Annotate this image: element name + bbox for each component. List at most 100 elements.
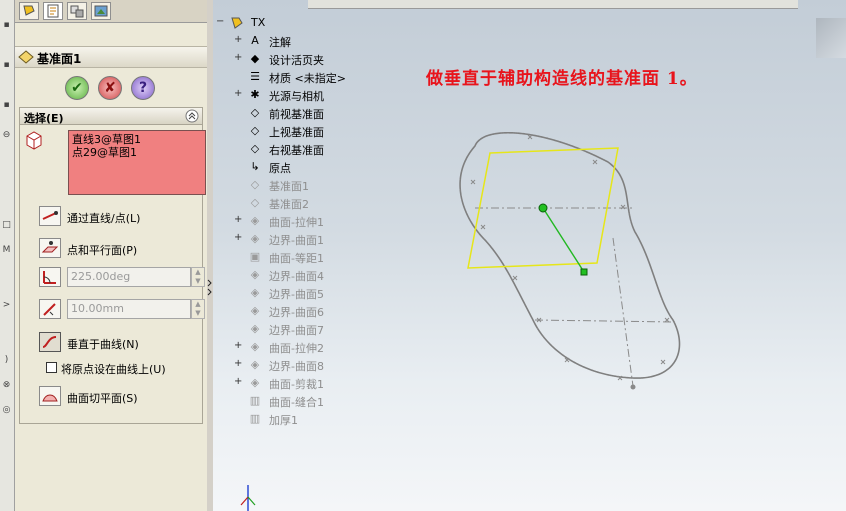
selection-list[interactable]: 直线3@草图1 点29@草图1 bbox=[68, 130, 206, 195]
origin-handle bbox=[538, 203, 548, 213]
tree-item-icon: ↳ bbox=[250, 160, 260, 173]
tree-item-icon: ◈ bbox=[250, 304, 260, 317]
parallel-plane-icon bbox=[41, 241, 59, 253]
reference-cube-icon bbox=[26, 131, 42, 150]
toolbar-icon[interactable]: ◎ bbox=[1, 405, 12, 416]
tree-item-icon: ◇ bbox=[250, 106, 260, 119]
point-parallel-plane-label: 点和平行面(P) bbox=[67, 244, 138, 257]
through-line-point-button[interactable] bbox=[39, 206, 61, 226]
question-icon: ? bbox=[138, 80, 148, 96]
expand-icon[interactable]: + bbox=[234, 340, 244, 351]
tree-item-icon: ◇ bbox=[250, 124, 260, 137]
toolbar-icon[interactable]: ) bbox=[1, 355, 12, 366]
feature-tree-icon bbox=[23, 5, 35, 16]
property-icon bbox=[47, 4, 59, 18]
configuration-manager-tab[interactable] bbox=[67, 2, 87, 20]
toolbar-icon[interactable]: ▪ bbox=[1, 20, 12, 31]
check-icon: ✔ bbox=[71, 80, 83, 96]
help-button[interactable]: ? bbox=[131, 76, 155, 100]
tree-item-label: 曲面-剪裁1 bbox=[269, 378, 324, 391]
axis-triad bbox=[240, 485, 256, 511]
property-manager-panel: 基准面1 ✔ ✘ ? 选择(E) 直线3@草图1 点29@草图1 通过直线/点(… bbox=[15, 0, 208, 511]
distance-button[interactable] bbox=[39, 299, 61, 319]
tree-item-label: 前视基准面 bbox=[269, 108, 324, 121]
toolbar-icon[interactable]: ⊖ bbox=[1, 130, 12, 141]
expand-icon[interactable]: + bbox=[234, 88, 244, 99]
expand-icon[interactable]: + bbox=[234, 376, 244, 387]
selection-item[interactable]: 点29@草图1 bbox=[72, 146, 202, 159]
toolbar-icon[interactable]: ▪ bbox=[1, 60, 12, 71]
sketch-point bbox=[630, 384, 636, 390]
tree-item-icon: ◈ bbox=[250, 214, 260, 227]
graphics-viewport[interactable]: − TX + A 注解 + ◆ 设计活页夹 ☰ 材质 <未指定> + ✱ 光源与相机 ◇ 前视基准面 ◇ 上… bbox=[213, 0, 846, 511]
normal-curve-icon bbox=[42, 336, 57, 348]
origin-on-curve-checkbox[interactable] bbox=[46, 362, 57, 373]
property-manager-tab[interactable] bbox=[43, 2, 63, 20]
sketch-profile bbox=[459, 132, 681, 379]
expand-icon[interactable]: + bbox=[234, 214, 244, 225]
tree-item-label: 上视基准面 bbox=[269, 126, 324, 139]
distance-spinner[interactable]: ▲ ▼ bbox=[191, 299, 205, 319]
tree-item-icon: ◇ bbox=[250, 178, 260, 191]
normal-line bbox=[542, 207, 585, 273]
sketch-ticks bbox=[470, 134, 670, 381]
expand-icon[interactable]: + bbox=[234, 52, 244, 63]
tree-item-label: 右视基准面 bbox=[269, 144, 324, 157]
tree-item-icon: ✱ bbox=[250, 88, 260, 101]
tree-item-label: 设计活页夹 bbox=[269, 54, 324, 67]
tree-item-label: 曲面-缝合1 bbox=[269, 396, 324, 409]
toolbar-icon[interactable]: ⊗ bbox=[1, 380, 12, 391]
tree-item-label: 边界-曲面5 bbox=[269, 288, 324, 301]
angle-button[interactable] bbox=[39, 267, 61, 287]
tree-item-label: 光源与相机 bbox=[269, 90, 324, 103]
tree-item-icon: ◇ bbox=[250, 196, 260, 209]
tree-item-icon: ◈ bbox=[250, 322, 260, 335]
tree-item-icon: A bbox=[251, 34, 259, 47]
panel-title-bar: 基准面1 bbox=[15, 46, 207, 68]
tree-item-icon: ◆ bbox=[250, 52, 260, 65]
configuration-icon bbox=[70, 5, 84, 18]
tree-item-label: 加厚1 bbox=[269, 414, 298, 427]
collapse-icon[interactable] bbox=[185, 109, 199, 123]
tree-item-label: 边界-曲面1 bbox=[269, 234, 324, 247]
tree-item-label: 边界-曲面8 bbox=[269, 360, 324, 373]
left-toolbar-strip: ▪ ▪ ▪ ⊖ □ M > ) ⊗ ◎ bbox=[0, 0, 15, 511]
toolbar-icon[interactable]: ▪ bbox=[1, 100, 12, 111]
tree-item-label: 边界-曲面6 bbox=[269, 306, 324, 319]
angle-input[interactable]: 225.00deg bbox=[67, 267, 191, 287]
tree-item-label: 曲面-拉伸2 bbox=[269, 342, 324, 355]
collapse-icon[interactable]: − bbox=[216, 16, 226, 27]
toolbar-icon[interactable]: □ bbox=[1, 220, 12, 231]
tree-item-label: 边界-曲面4 bbox=[269, 270, 324, 283]
tree-item-label: 材质 <未指定> bbox=[269, 72, 346, 85]
tree-item-label: 曲面-拉伸1 bbox=[269, 216, 324, 229]
tree-item-label: 基准面2 bbox=[269, 198, 309, 211]
angle-spinner[interactable]: ▲ ▼ bbox=[191, 267, 205, 287]
tree-item-label: 曲面-等距1 bbox=[269, 252, 324, 265]
angle-icon bbox=[43, 271, 56, 284]
tangent-surface-label: 曲面切平面(S) bbox=[67, 392, 138, 405]
toolbar-icon[interactable]: > bbox=[1, 300, 12, 311]
expand-icon[interactable]: + bbox=[234, 34, 244, 45]
panel-tab-bar bbox=[15, 0, 207, 23]
line-point-icon bbox=[42, 211, 58, 220]
tree-item-icon: ◈ bbox=[250, 232, 260, 245]
toolbar-icon[interactable]: M bbox=[1, 245, 12, 256]
tree-item-label: 边界-曲面7 bbox=[269, 324, 324, 337]
cancel-button[interactable]: ✘ bbox=[98, 76, 122, 100]
distance-input[interactable]: 10.00mm bbox=[67, 299, 191, 319]
ok-button[interactable]: ✔ bbox=[65, 76, 89, 100]
expand-icon[interactable]: + bbox=[234, 358, 244, 369]
selection-group-header[interactable]: 选择(E) bbox=[19, 107, 203, 125]
part-icon bbox=[231, 17, 243, 29]
display-manager-tab[interactable] bbox=[91, 2, 111, 20]
expand-icon[interactable]: + bbox=[234, 232, 244, 243]
tree-item-label: 原点 bbox=[269, 162, 291, 175]
normal-to-curve-button[interactable] bbox=[39, 332, 61, 352]
tangent-surface-button[interactable] bbox=[39, 386, 61, 406]
point-parallel-plane-button[interactable] bbox=[39, 238, 61, 258]
feature-manager-tab[interactable] bbox=[19, 2, 39, 20]
selection-item[interactable]: 直线3@草图1 bbox=[72, 133, 202, 146]
plane-icon bbox=[18, 50, 34, 64]
normal-to-curve-label: 垂直于曲线(N) bbox=[67, 338, 139, 351]
